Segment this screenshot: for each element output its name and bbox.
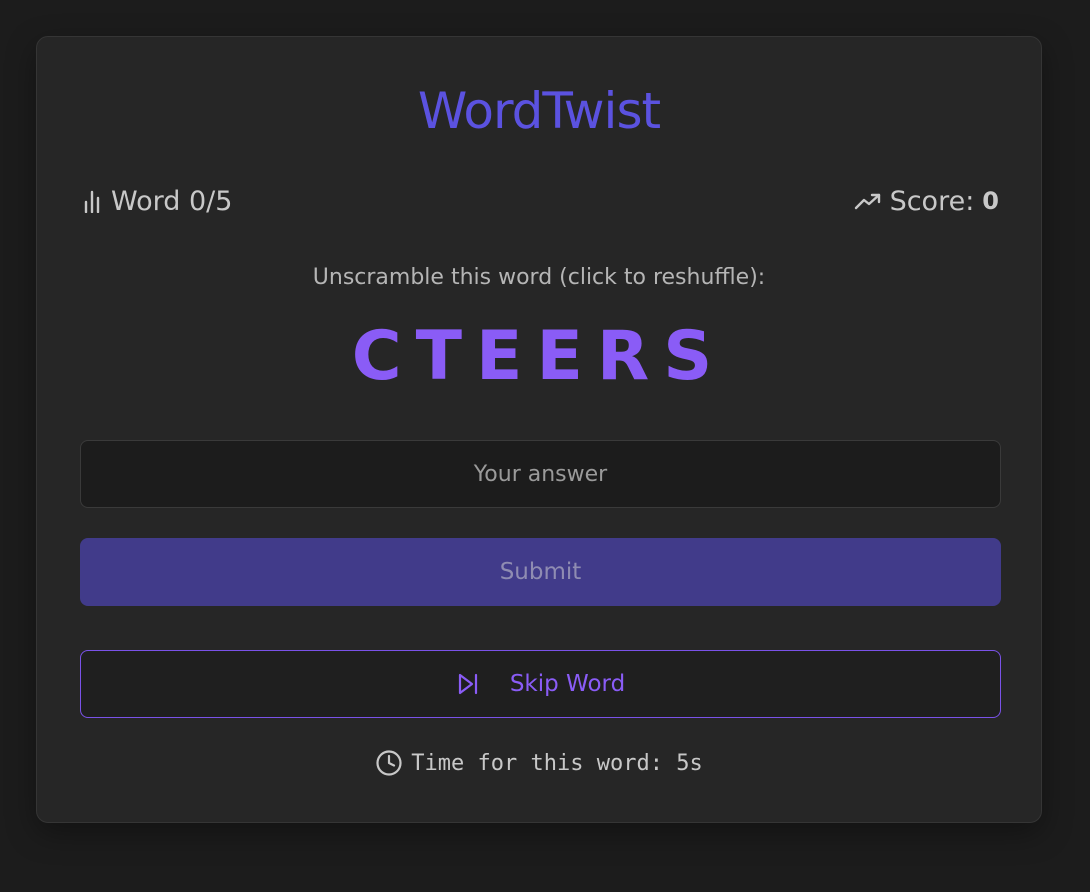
puzzle-prompt: Unscramble this word (click to reshuffle… [312,265,766,290]
word-timer: Time for this word: 5s [37,749,1041,777]
word-progress-label: Word 0/5 [111,185,233,217]
score-display: Score: 0 [854,183,999,219]
skip-word-label: Skip Word [509,671,626,697]
game-card: WordTwist Word 0/5 Score: 0 Unscramble t… [36,36,1042,823]
bar-chart-icon [81,189,103,213]
score-value: 0 [982,187,999,215]
answer-input[interactable] [80,440,1001,508]
trending-up-icon [854,189,882,213]
score-label: Score: [889,185,975,217]
skip-forward-icon [456,672,480,696]
skip-word-button[interactable]: Skip Word [80,650,1001,718]
timer-label: Time for this word: 5s [411,750,703,776]
clock-icon [375,749,403,777]
word-progress: Word 0/5 [81,183,232,219]
app-title: WordTwist [417,82,661,140]
scrambled-word[interactable]: CTEERS [37,315,1041,399]
submit-button[interactable]: Submit [80,538,1001,606]
